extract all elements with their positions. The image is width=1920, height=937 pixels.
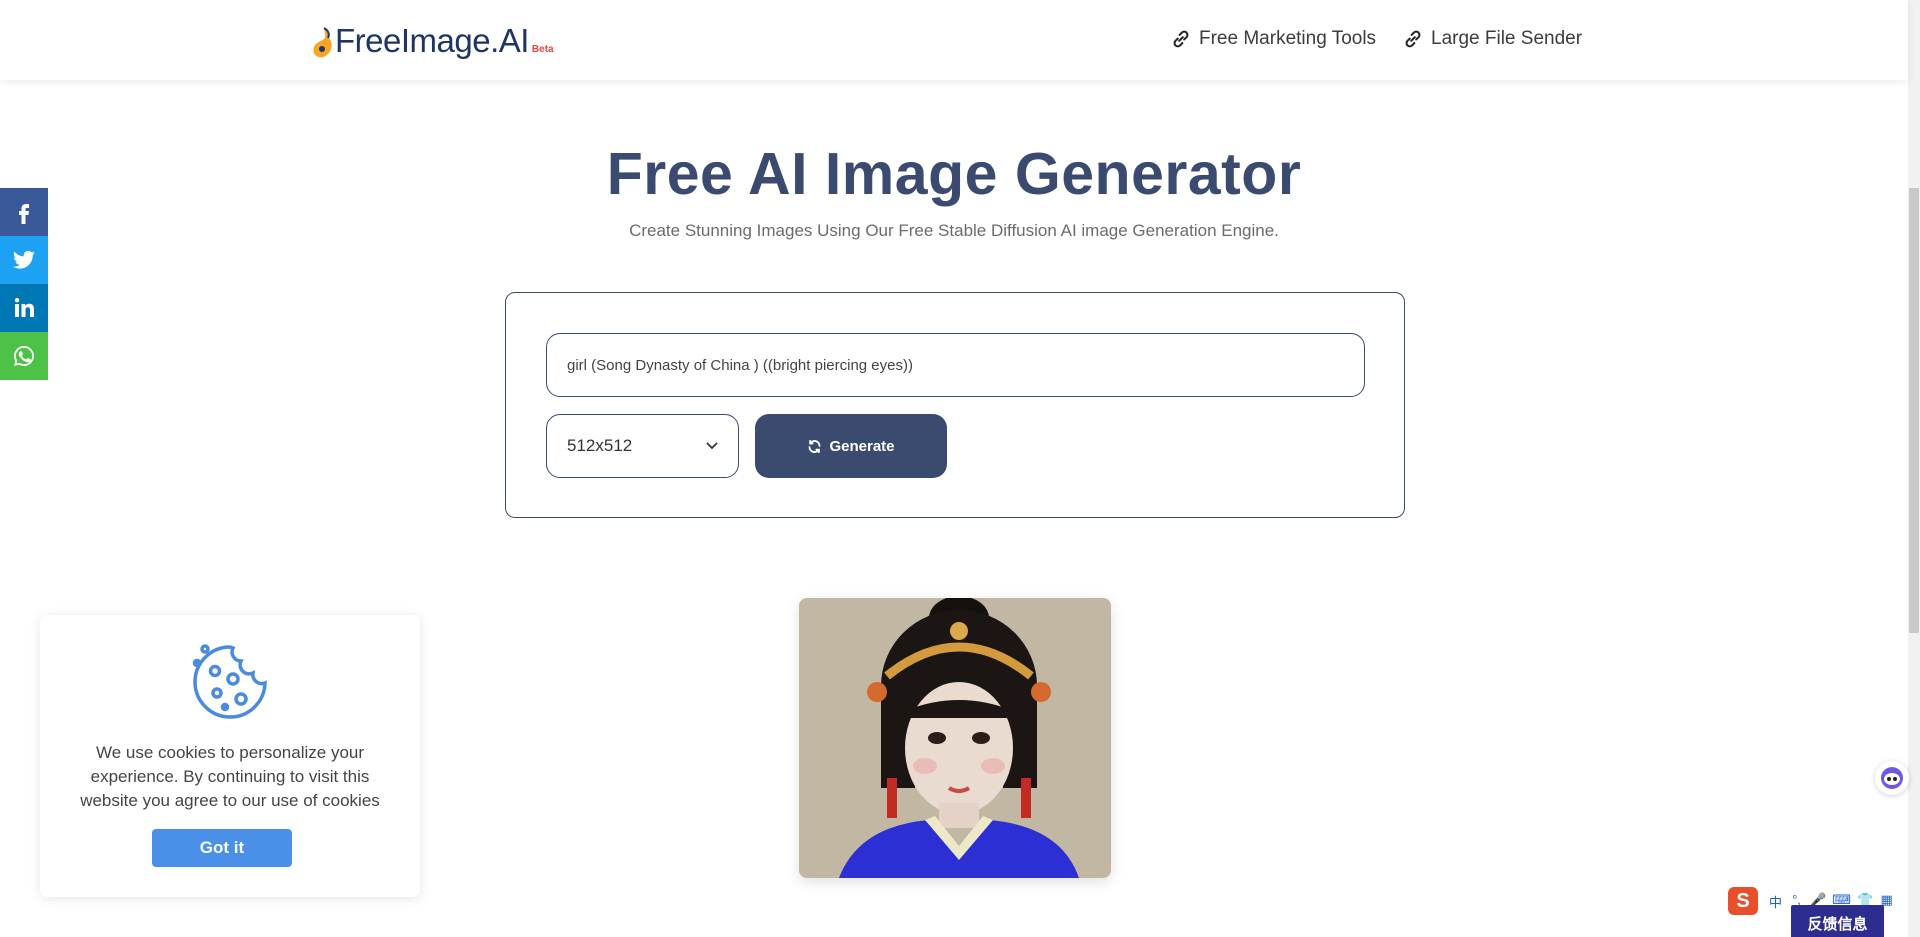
linkedin-icon (14, 298, 35, 317)
cookie-message: We use cookies to personalize your exper… (80, 743, 380, 810)
link-icon (1173, 30, 1189, 48)
nav-large-file-sender[interactable]: Large File Sender (1402, 28, 1582, 50)
beta-badge: Beta (531, 44, 554, 55)
whatsapp-share-button[interactable] (0, 332, 48, 380)
assistant-robot-button[interactable] (1875, 761, 1909, 795)
page-title: Free AI Image Generator (606, 141, 1302, 207)
twitter-icon (13, 250, 35, 269)
nav-free-marketing-tools[interactable]: Free Marketing Tools (1170, 28, 1376, 50)
portrait-illustration (799, 598, 1111, 878)
sogou-logo-icon: S (1728, 887, 1758, 915)
generator-form-card: 512x512 Generate (505, 292, 1405, 518)
scrollbar-thumb[interactable] (1909, 188, 1919, 633)
site-logo[interactable]: FreeImage.AI Beta (310, 22, 554, 60)
ime-language-toggle[interactable]: 中 (1768, 892, 1783, 911)
page-subtitle: Create Stunning Images Using Our Free St… (629, 221, 1279, 240)
prompt-input[interactable] (546, 333, 1365, 397)
logo-text: FreeImage.AI (335, 22, 529, 59)
link-icon (1405, 30, 1421, 48)
feedback-button[interactable]: 反馈信息 (1791, 905, 1884, 937)
size-select-value: 512x512 (567, 436, 633, 455)
social-share-bar (0, 188, 48, 380)
generated-image[interactable] (799, 598, 1111, 878)
refresh-icon (809, 439, 821, 453)
twitter-share-button[interactable] (0, 236, 48, 284)
cookie-accept-button[interactable]: Got it (152, 829, 292, 867)
logo-icon (313, 27, 332, 58)
site-header: FreeImage.AI Beta Free Marketing Tools L… (0, 0, 1908, 80)
whatsapp-icon (14, 346, 34, 366)
linkedin-share-button[interactable] (0, 284, 48, 332)
cookie-consent-banner: We use cookies to personalize your exper… (40, 615, 420, 897)
nav-label: Free Marketing Tools (1199, 28, 1377, 49)
cookie-icon (192, 644, 267, 719)
robot-icon (1881, 767, 1903, 789)
nav-label: Large File Sender (1431, 28, 1583, 49)
generate-label: Generate (829, 437, 895, 455)
vertical-scrollbar[interactable] (1908, 0, 1920, 937)
size-select[interactable]: 512x512 (546, 414, 739, 478)
chevron-down-icon (706, 442, 718, 450)
generate-button[interactable]: Generate (755, 414, 947, 478)
